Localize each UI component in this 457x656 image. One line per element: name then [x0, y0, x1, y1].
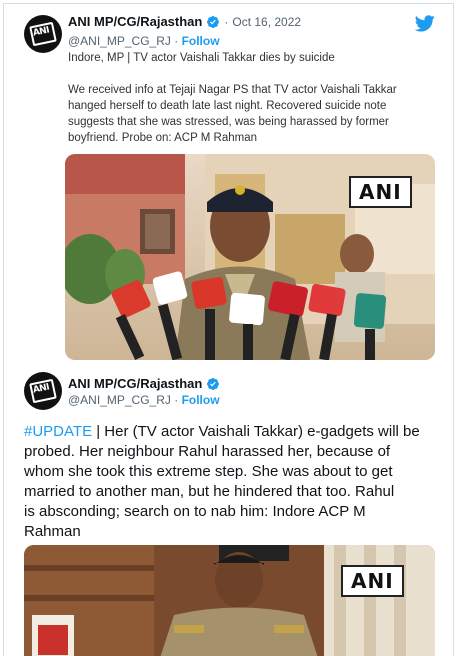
separator-dot: · — [224, 14, 229, 29]
tweet-body-text: | Her (TV actor Vaishali Takkar) e-gadge… — [92, 423, 420, 440]
author-handle[interactable]: @ANI_MP_CG_RJ — [68, 34, 171, 48]
tweet-body-line: hanged herself to death late last night.… — [68, 100, 387, 112]
tweet-body-line: Rahman — [24, 523, 81, 540]
tweet-body-line: probed. Her neighbour Rahul harassed her… — [24, 443, 391, 460]
verified-badge-icon — [207, 15, 220, 28]
avatar[interactable]: ANI — [24, 15, 62, 53]
tweet-body-line: married to another man, but he hindered … — [24, 483, 395, 500]
follow-button[interactable]: Follow — [182, 34, 220, 48]
tweet-body-line: boyfriend. Probe on: ACP M Rahman — [68, 132, 258, 144]
handle-row: @ANI_MP_CG_RJ · Follow — [68, 393, 220, 407]
tweet-body-line: We received info at Tejaji Nagar PS that… — [68, 84, 397, 96]
author-row: ANI MP/CG/Rajasthan — [68, 376, 220, 391]
avatar[interactable]: ANI — [24, 372, 62, 410]
tweet-body: #UPDATE | Her (TV actor Vaishali Takkar)… — [24, 422, 444, 542]
separator-dot: · — [174, 34, 182, 48]
tweet-quote-line: Indore, MP | TV actor Vaishali Takkar di… — [68, 50, 438, 66]
tweet-body-line: suggests that she was stressed, was bein… — [68, 116, 389, 128]
quote-text: Indore, MP | TV actor Vaishali Takkar di… — [68, 52, 335, 64]
police-officer-interview-photo — [24, 545, 435, 656]
media-watermark: ANI — [341, 565, 404, 597]
handle-row: @ANI_MP_CG_RJ · Follow — [68, 34, 220, 48]
author-name[interactable]: ANI MP/CG/Rajasthan — [68, 376, 202, 391]
verified-badge-icon — [207, 377, 220, 390]
tweet-body-line: #UPDATE | Her (TV actor Vaishali Takkar)… — [24, 422, 444, 442]
tweet-date[interactable]: Oct 16, 2022 — [232, 15, 301, 29]
tweet-body: We received info at Tejaji Nagar PS that… — [68, 82, 448, 146]
separator-dot: · — [174, 393, 182, 407]
author-handle[interactable]: @ANI_MP_CG_RJ — [68, 393, 171, 407]
tweet-media-image[interactable]: ANI — [24, 545, 435, 656]
author-row: ANI MP/CG/Rajasthan · Oct 16, 2022 — [68, 14, 301, 29]
media-watermark: ANI — [349, 176, 412, 208]
follow-button[interactable]: Follow — [182, 393, 220, 407]
tweet-body-line: is absconding; search on to nab him: Ind… — [24, 503, 366, 520]
tweet-media-image[interactable]: ANI — [65, 154, 435, 360]
hashtag-link[interactable]: #UPDATE — [24, 423, 92, 440]
author-name[interactable]: ANI MP/CG/Rajasthan — [68, 14, 202, 29]
twitter-bird-icon[interactable] — [415, 15, 435, 32]
tweet-body-line: whom she took this extreme step. She was… — [24, 463, 393, 480]
